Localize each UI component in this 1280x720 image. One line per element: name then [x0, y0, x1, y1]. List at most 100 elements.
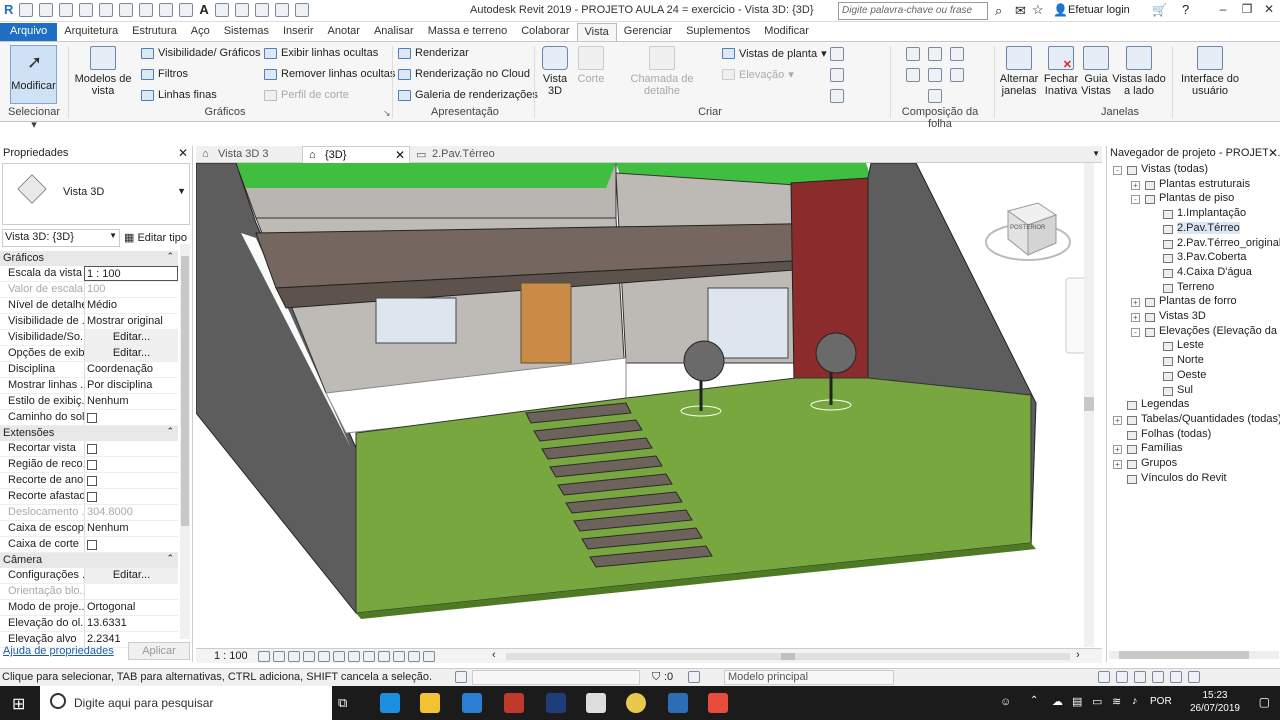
clock[interactable]: 15:23 26/07/2019: [1190, 689, 1240, 715]
people-icon[interactable]: ☺: [1000, 696, 1011, 708]
mail-icon[interactable]: [586, 693, 606, 713]
tab-vista-3d-3[interactable]: ⌂ Vista 3D 3: [196, 146, 300, 163]
property-value[interactable]: 13.6331: [84, 616, 178, 631]
viewcube-label[interactable]: POSTERIOR: [1010, 225, 1045, 231]
property-value[interactable]: Ortogonal: [84, 600, 178, 615]
type-selector[interactable]: Vista 3D ▼: [2, 163, 190, 225]
tree-node[interactable]: Sul: [1177, 384, 1193, 396]
modify-button[interactable]: ➚ Modificar: [10, 45, 57, 104]
show-hidden-lines-button[interactable]: Exibir linhas ocultas: [264, 47, 378, 59]
edge-icon[interactable]: [380, 693, 400, 713]
notifications-icon[interactable]: ▢: [1259, 695, 1270, 709]
property-value[interactable]: Coordenação: [84, 362, 178, 377]
tab-aco[interactable]: Aço: [184, 23, 217, 41]
dialog-launcher-icon[interactable]: ↘: [383, 108, 391, 119]
switch-windows-button[interactable]: Alternar janelas: [998, 46, 1040, 97]
login-button[interactable]: Efetuar login: [1068, 4, 1130, 16]
help-icon[interactable]: ?: [1182, 2, 1189, 17]
tab-modificar[interactable]: Modificar: [757, 23, 816, 41]
expand-toggle[interactable]: +: [1131, 313, 1140, 322]
checkbox[interactable]: [87, 540, 97, 550]
property-category[interactable]: Câmera ⌃: [0, 553, 178, 568]
volume-icon[interactable]: ♪: [1132, 695, 1138, 707]
tree-node[interactable]: Legendas: [1141, 398, 1189, 410]
user-interface-button[interactable]: Interface do usuário: [1178, 46, 1242, 97]
tab-gerenciar[interactable]: Gerenciar: [617, 23, 679, 41]
section-button[interactable]: Corte: [574, 46, 608, 85]
apply-button[interactable]: Aplicar: [128, 642, 190, 660]
revit-logo-icon[interactable]: R: [4, 3, 13, 17]
property-value[interactable]: 1 : 100: [84, 266, 178, 281]
undo-icon[interactable]: [79, 3, 94, 17]
expand-toggle[interactable]: +: [1131, 180, 1140, 190]
browser-scrollbar[interactable]: [1109, 651, 1279, 659]
horizontal-scrollbar[interactable]: [506, 653, 1070, 660]
collapse-icon[interactable]: ⌃: [166, 251, 174, 262]
render-gallery-button[interactable]: Galeria de renderizações: [398, 89, 538, 101]
callout-button[interactable]: Chamada de detalhe: [612, 46, 712, 97]
visibility-graphics-button[interactable]: Visibilidade/ Gráficos: [141, 47, 261, 59]
tree-node[interactable]: Plantas de forro: [1159, 295, 1237, 307]
instance-selector[interactable]: Vista 3D: {3D} ▼: [2, 229, 120, 247]
select-pinned-icon[interactable]: [1134, 671, 1146, 683]
titleblock-icon[interactable]: [928, 47, 942, 61]
tree-node[interactable]: Plantas de piso: [1159, 192, 1234, 204]
detail-level-icon[interactable]: [258, 651, 270, 662]
scroll-right-icon[interactable]: ›: [1076, 649, 1080, 661]
drafting-view-icon[interactable]: [830, 47, 844, 61]
star-icon[interactable]: ☆: [1032, 2, 1044, 18]
property-value[interactable]: Mostrar original: [84, 314, 178, 329]
select-dropdown[interactable]: Selecionar ▾: [4, 106, 64, 131]
tag-icon[interactable]: [179, 3, 194, 17]
temporary-view-icon[interactable]: [408, 651, 420, 662]
collapse-icon[interactable]: ⌃: [166, 426, 174, 437]
property-edit-button[interactable]: Editar...: [84, 330, 178, 345]
property-value[interactable]: Por disciplina: [84, 378, 178, 393]
filter-selection-icon[interactable]: [1188, 671, 1200, 683]
section-icon[interactable]: [234, 3, 249, 17]
close-inactive-button[interactable]: ✕ Fechar Inativa: [1042, 46, 1080, 97]
store-icon[interactable]: [462, 693, 482, 713]
scroll-left-icon[interactable]: ‹: [492, 649, 496, 661]
checkbox[interactable]: [87, 476, 97, 486]
render-button[interactable]: Renderizar: [398, 47, 469, 59]
design-option-dropdown[interactable]: Modelo principal: [724, 670, 894, 685]
cloud-icon[interactable]: ☁: [1052, 695, 1063, 708]
close-hidden-icon[interactable]: [274, 3, 289, 17]
network-icon[interactable]: ▤: [1072, 695, 1082, 708]
property-checkbox[interactable]: [84, 457, 178, 472]
wifi-icon[interactable]: ≋: [1112, 695, 1121, 708]
app-orange-icon[interactable]: [708, 693, 728, 713]
revisions-icon[interactable]: [950, 47, 964, 61]
dimension-icon[interactable]: [159, 3, 174, 17]
close-icon[interactable]: ✕: [1267, 146, 1278, 160]
expand-toggle[interactable]: +: [1131, 298, 1140, 308]
checkbox[interactable]: [87, 444, 97, 454]
collapse-icon[interactable]: ⌃: [166, 553, 174, 564]
redo-icon[interactable]: [99, 3, 114, 17]
open-icon[interactable]: [19, 3, 34, 17]
sun-path-icon[interactable]: [288, 651, 300, 662]
elevation-dropdown[interactable]: Elevação ▾: [722, 68, 794, 81]
tree-node[interactable]: 2.Pav.Térreo: [1177, 221, 1240, 234]
task-view-icon[interactable]: ⧉: [338, 695, 347, 711]
collapse-toggle[interactable]: -: [1131, 195, 1140, 205]
temporary-hide-icon[interactable]: [378, 651, 390, 662]
property-checkbox[interactable]: [84, 537, 178, 552]
tree-node[interactable]: Vistas 3D: [1159, 310, 1206, 322]
checkbox[interactable]: [87, 492, 97, 502]
property-value[interactable]: Nenhum: [84, 394, 178, 409]
tree-node[interactable]: Tabelas/Quantidades (todas): [1141, 413, 1280, 425]
print-icon[interactable]: [119, 3, 134, 17]
chrome-icon[interactable]: [626, 693, 646, 713]
language-indicator[interactable]: POR: [1150, 696, 1172, 707]
workset-dropdown[interactable]: [472, 670, 640, 685]
design-options-icon[interactable]: [688, 671, 700, 683]
tile-views-button[interactable]: Vistas lado a lado: [1112, 46, 1166, 97]
thin-lines-button[interactable]: Linhas finas: [141, 89, 217, 101]
property-checkbox[interactable]: [84, 473, 178, 488]
property-category[interactable]: Gráficos ⌃: [0, 251, 178, 266]
view-3d-icon[interactable]: [214, 3, 229, 17]
worksets-icon[interactable]: [455, 671, 467, 683]
tab-arquitetura[interactable]: Arquitetura: [57, 23, 125, 41]
